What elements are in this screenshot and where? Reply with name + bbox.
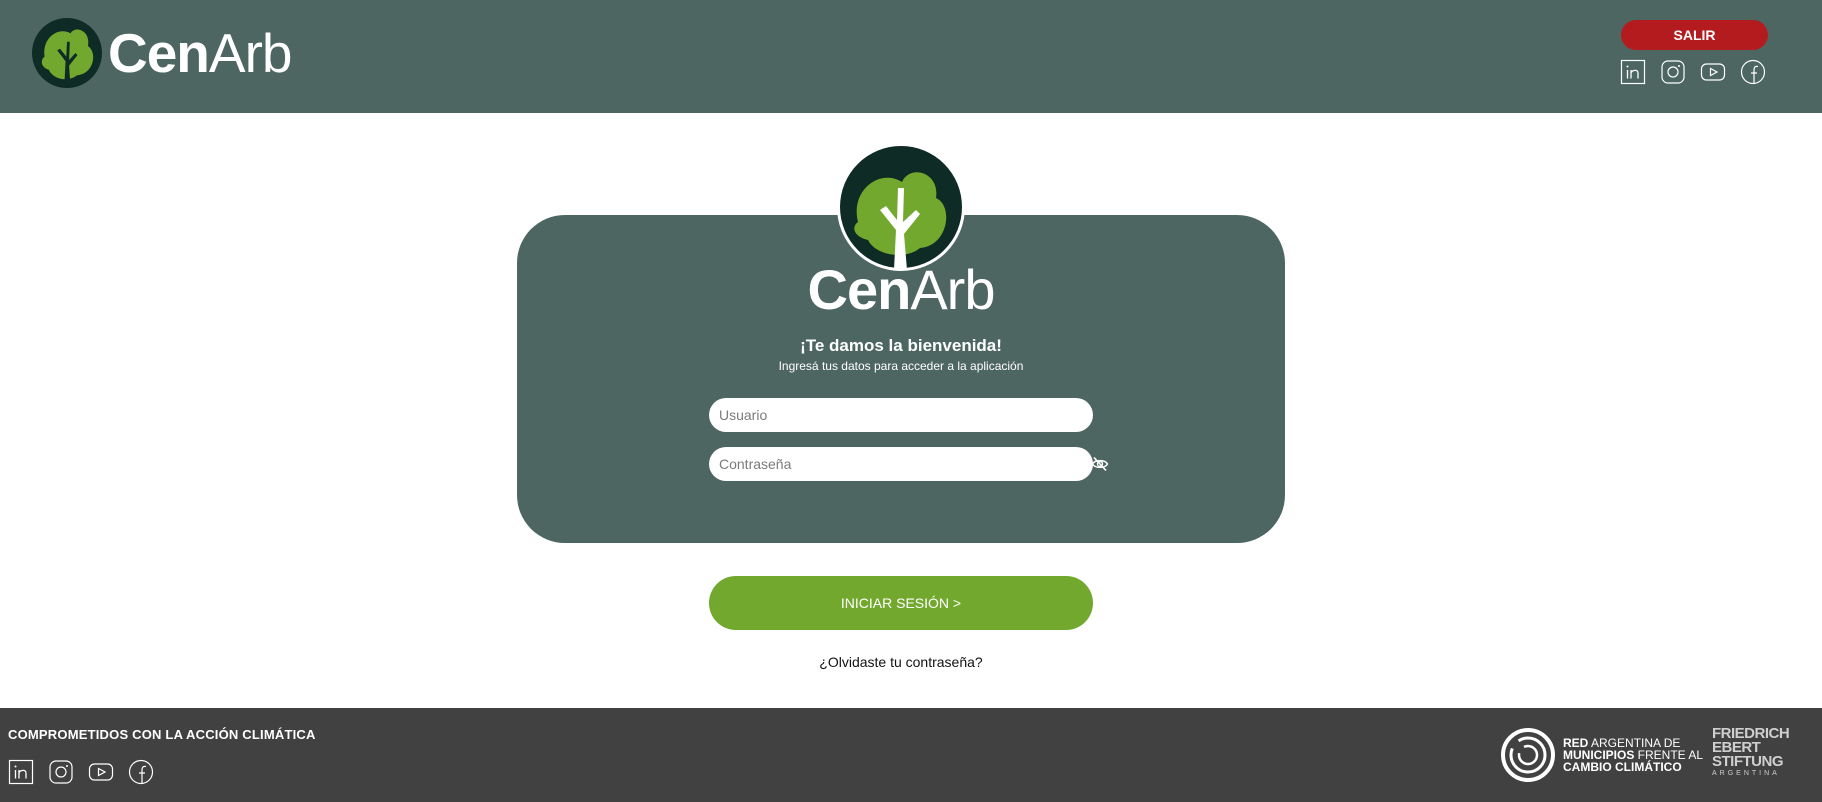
password-input[interactable]: [709, 447, 1093, 481]
ramcc-swirl-icon: [1501, 728, 1555, 782]
tree-logo-icon: [837, 143, 965, 271]
footer: COMPROMETIDOS CON LA ACCIÓN CLIMÁTICA RE…: [0, 708, 1822, 802]
instagram-icon[interactable]: [48, 759, 74, 785]
username-input[interactable]: [709, 398, 1093, 432]
footer-social-links: [8, 759, 154, 785]
ramcc-text: RED ARGENTINA DE MUNICIPIOS FRENTE AL CA…: [1563, 737, 1703, 773]
welcome-title: ¡Te damos la bienvenida!: [800, 336, 1002, 355]
logo-wordmark: CenArb: [108, 25, 292, 81]
header: CenArb SALIR: [0, 0, 1822, 113]
linkedin-icon[interactable]: [8, 759, 34, 785]
tree-logo-icon: [32, 18, 102, 88]
ramcc-partner-logo[interactable]: RED ARGENTINA DE MUNICIPIOS FRENTE AL CA…: [1501, 728, 1703, 782]
instagram-icon[interactable]: [1660, 59, 1686, 85]
ramcc-line3-bold: CAMBIO CLIMÁTICO: [1563, 760, 1682, 774]
logo-word-light: Arb: [208, 21, 293, 84]
eye-slash-icon[interactable]: [1091, 455, 1109, 473]
login-word-light: Arb: [910, 258, 995, 321]
linkedin-icon[interactable]: [1620, 59, 1646, 85]
fes-partner-logo[interactable]: FRIEDRICH EBERT STIFTUNG ARGENTINA: [1712, 726, 1796, 777]
fes-country: ARGENTINA: [1712, 770, 1780, 777]
facebook-icon[interactable]: [1740, 59, 1766, 85]
forgot-password-link[interactable]: ¿Olvidaste tu contraseña?: [700, 654, 1102, 670]
login-word-bold: Cen: [807, 258, 912, 321]
header-social-links: [1620, 59, 1766, 85]
facebook-icon[interactable]: [128, 759, 154, 785]
youtube-icon[interactable]: [88, 759, 114, 785]
welcome-subtitle: Ingresá tus datos para acceder a la apli…: [778, 359, 1024, 373]
logo-word-bold: Cen: [108, 21, 210, 84]
fes-line3: STIFTUNG: [1712, 753, 1784, 770]
login-submit-button[interactable]: INICIAR SESIÓN >: [709, 576, 1093, 630]
cenarb-logo[interactable]: CenArb: [32, 18, 292, 88]
youtube-icon[interactable]: [1700, 59, 1726, 85]
footer-tagline: COMPROMETIDOS CON LA ACCIÓN CLIMÁTICA: [8, 727, 316, 742]
login-wordmark: CenArb: [700, 262, 1102, 318]
logout-button[interactable]: SALIR: [1621, 20, 1768, 50]
